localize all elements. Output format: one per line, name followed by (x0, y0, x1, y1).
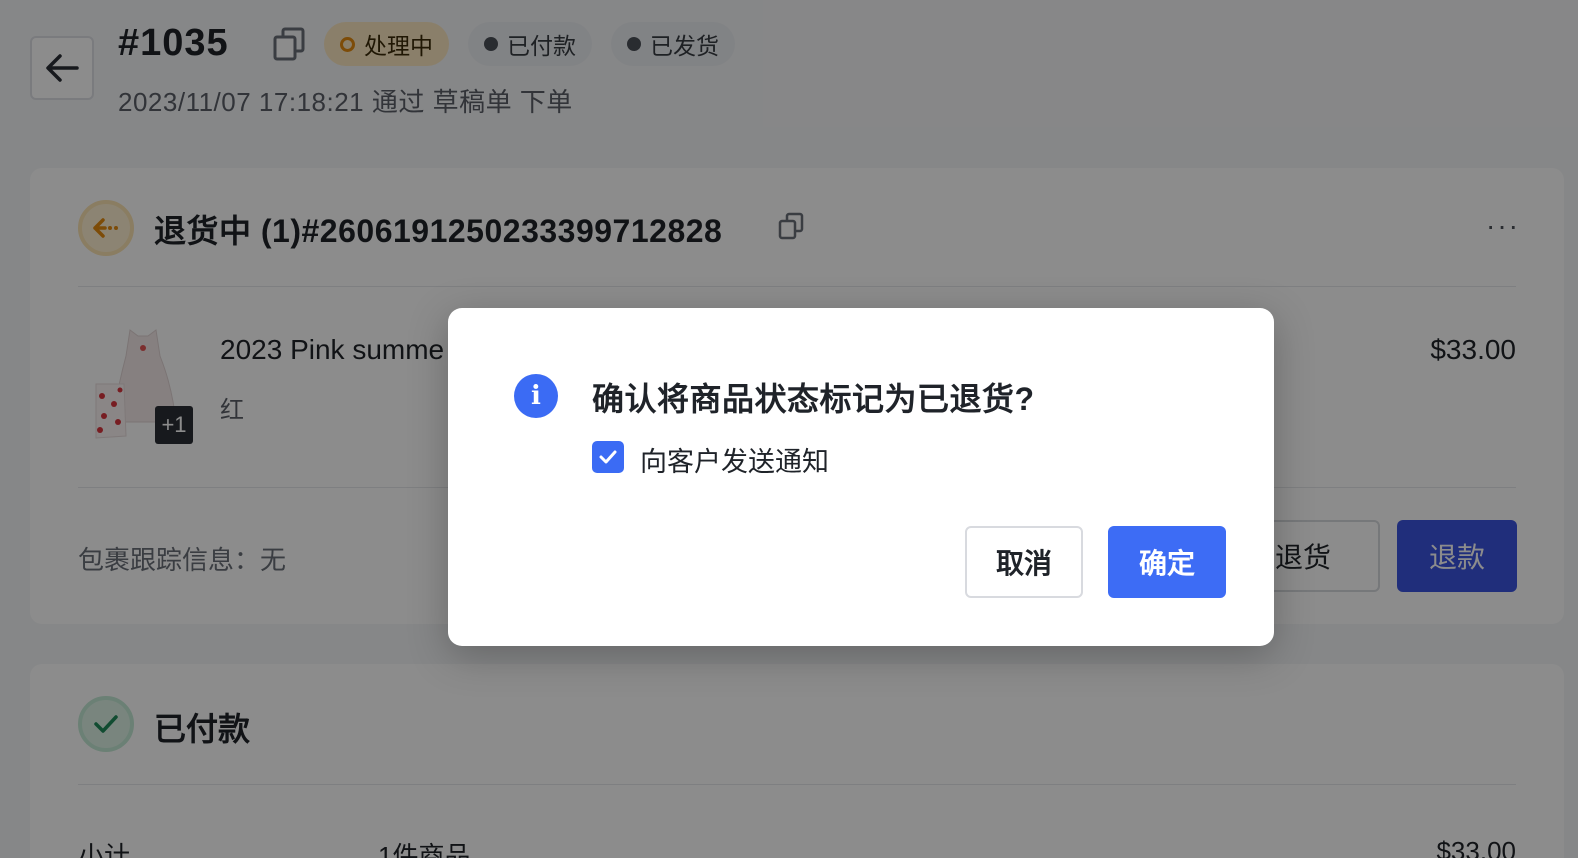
notify-customer-checkbox[interactable] (592, 441, 624, 473)
order-detail-page: #1035 处理中 已付款 已发货 2023/11/07 17:18:21 通过… (0, 0, 1578, 858)
notify-customer-label[interactable]: 向客户发送通知 (640, 440, 829, 479)
cancel-button[interactable]: 取消 (965, 526, 1083, 598)
confirm-return-dialog: i 确认将商品状态标记为已退货? 向客户发送通知 取消 确定 (448, 308, 1274, 646)
dialog-title: 确认将商品状态标记为已退货? (592, 381, 1035, 417)
confirm-button[interactable]: 确定 (1108, 526, 1226, 598)
checkmark-icon (599, 450, 617, 464)
info-icon: i (514, 374, 558, 418)
